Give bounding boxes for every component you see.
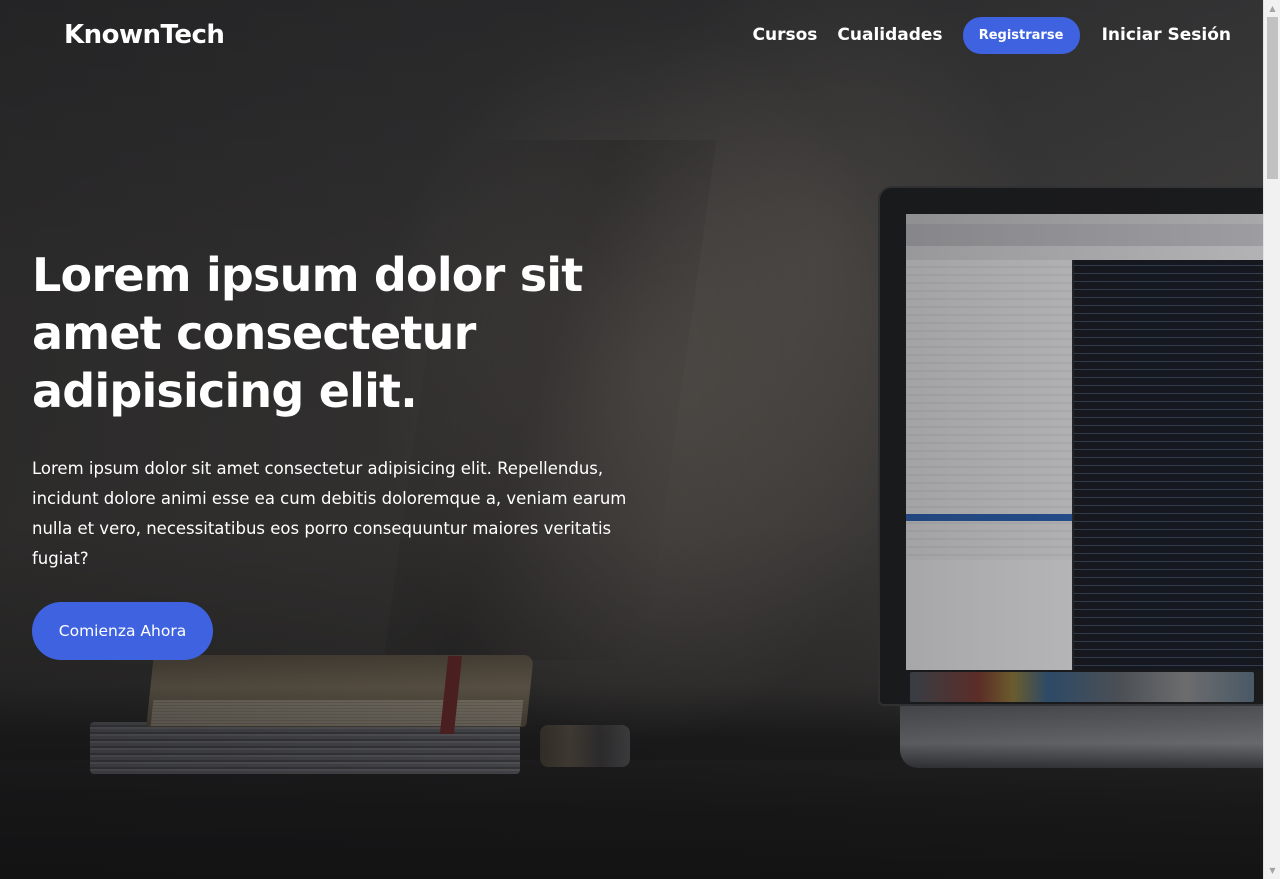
brand-logo[interactable]: KnownTech [64,20,225,50]
hero-description: Lorem ipsum dolor sit amet consectetur a… [32,459,627,568]
nav-link-features[interactable]: Cualidades [837,25,942,45]
nav-link-courses[interactable]: Cursos [753,25,818,45]
nav-links: Cursos Cualidades Registrarse Iniciar Se… [753,16,1231,54]
navbar: KnownTech Cursos Cualidades Registrarse … [0,0,1263,70]
scrollbar-thumb[interactable] [1267,17,1278,179]
get-started-button[interactable]: Comienza Ahora [32,602,213,660]
hero-title: Lorem ipsum dolor sit amet consectetur a… [32,248,583,418]
register-button[interactable]: Registrarse [962,16,1080,54]
nav-link-login[interactable]: Iniciar Sesión [1102,25,1231,45]
page-scrollbar[interactable]: ▲ ▼ [1263,0,1280,879]
triangle-down-icon[interactable]: ▼ [1264,862,1280,879]
hero-section: Lorem ipsum dolor sit amet consectetur a… [32,246,652,660]
triangle-up-icon[interactable]: ▲ [1264,0,1280,17]
